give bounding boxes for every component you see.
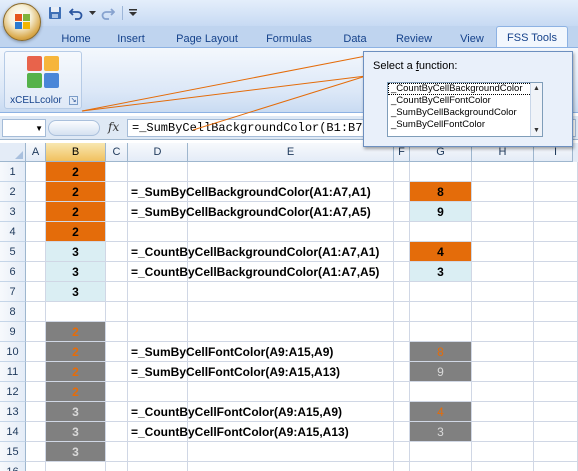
- result-cell-g14[interactable]: 3: [410, 422, 471, 441]
- undo-dropdown-icon[interactable]: [88, 4, 96, 22]
- cell-b4[interactable]: 2: [46, 222, 105, 241]
- tab-insert[interactable]: Insert: [110, 30, 152, 48]
- formula-text-d13[interactable]: =_CountByCellFontColor(A9:A15,A9): [131, 402, 342, 422]
- gridline: [26, 321, 578, 322]
- function-listbox[interactable]: _CountByCellBackgroundColor _CountByCell…: [387, 82, 543, 137]
- chevron-down-icon[interactable]: ▼: [35, 124, 43, 133]
- tab-data[interactable]: Data: [337, 30, 373, 48]
- row-header-6[interactable]: 6: [0, 262, 26, 282]
- row-header-2[interactable]: 2: [0, 182, 26, 202]
- name-box[interactable]: ▼: [2, 119, 46, 137]
- row-header-14[interactable]: 14: [0, 422, 26, 442]
- dialog-launcher-icon[interactable]: ↘: [69, 96, 78, 105]
- row-header-4[interactable]: 4: [0, 222, 26, 242]
- cell-b13[interactable]: 3: [46, 402, 105, 421]
- tab-fss-tools[interactable]: FSS Tools: [496, 26, 568, 48]
- result-cell-g5[interactable]: 4: [410, 242, 471, 261]
- formula-bar-splitter[interactable]: [48, 120, 100, 136]
- function-picker-popup: Select a function: _CountByCellBackgroun…: [363, 51, 573, 147]
- cell-b1[interactable]: 2: [46, 162, 105, 181]
- cell-b8[interactable]: [46, 302, 105, 321]
- gridline: [105, 162, 106, 471]
- row-header-1[interactable]: 1: [0, 162, 26, 182]
- insert-function-icon[interactable]: fx: [108, 120, 119, 134]
- cell-b3[interactable]: 2: [46, 202, 105, 221]
- cell-b10[interactable]: 2: [46, 342, 105, 361]
- result-cell-g11[interactable]: 9: [410, 362, 471, 381]
- formula-text-d14[interactable]: =_CountByCellFontColor(A9:A15,A13): [131, 422, 349, 442]
- xcellcolor-group: xCELLcolor ↘: [4, 51, 82, 109]
- column-header-b[interactable]: B: [46, 143, 106, 162]
- save-icon[interactable]: [46, 4, 64, 22]
- tab-page-layout[interactable]: Page Layout: [170, 30, 244, 48]
- row-header-15[interactable]: 15: [0, 442, 26, 462]
- row-header-16[interactable]: 16: [0, 462, 26, 471]
- result-cell-g3[interactable]: 9: [410, 202, 471, 221]
- cell-b6[interactable]: 3: [46, 262, 105, 281]
- cell-b5[interactable]: 3: [46, 242, 105, 261]
- cell-b9[interactable]: 2: [46, 322, 105, 341]
- result-cell-g6[interactable]: 3: [410, 262, 471, 281]
- row-header-11[interactable]: 11: [0, 362, 26, 382]
- row-header-9[interactable]: 9: [0, 322, 26, 342]
- cell-b14[interactable]: 3: [46, 422, 105, 441]
- row-header-10[interactable]: 10: [0, 342, 26, 362]
- tab-review[interactable]: Review: [389, 30, 439, 48]
- column-header-a[interactable]: A: [26, 143, 46, 162]
- formula-text-d11[interactable]: =_SumByCellFontColor(A9:A15,A13): [131, 362, 340, 382]
- quick-access-toolbar: [46, 4, 138, 22]
- scroll-down-icon[interactable]: ▼: [533, 127, 540, 134]
- formula-text-d10[interactable]: =_SumByCellFontColor(A9:A15,A9): [131, 342, 333, 362]
- row-header-3[interactable]: 3: [0, 202, 26, 222]
- gridline: [26, 301, 578, 302]
- function-item-sum-font[interactable]: _SumByCellFontColor: [388, 119, 542, 131]
- gridline: [127, 162, 128, 471]
- gridline: [533, 162, 534, 471]
- result-cell-g10[interactable]: 8: [410, 342, 471, 361]
- tab-home[interactable]: Home: [56, 30, 96, 48]
- gridline: [393, 162, 394, 471]
- function-item-sum-background[interactable]: _SumByCellBackgroundColor: [388, 107, 542, 119]
- formula-text-d2[interactable]: =_SumByCellBackgroundColor(A1:A7,A1): [131, 182, 371, 202]
- scroll-up-icon[interactable]: ▲: [533, 85, 540, 92]
- function-item-count-background[interactable]: _CountByCellBackgroundColor: [388, 83, 542, 95]
- undo-icon[interactable]: [67, 4, 85, 22]
- office-logo-icon: [15, 14, 31, 30]
- group-label: xCELLcolor: [10, 95, 62, 106]
- row-header-7[interactable]: 7: [0, 282, 26, 302]
- qat-separator: [122, 6, 123, 20]
- function-picker-title: Select a function:: [373, 60, 458, 72]
- cell-b16[interactable]: [46, 462, 105, 471]
- listbox-scrollbar[interactable]: ▲ ▼: [530, 83, 542, 136]
- row-header-12[interactable]: 12: [0, 382, 26, 402]
- result-cell-g2[interactable]: 8: [410, 182, 471, 201]
- select-all-corner[interactable]: [0, 143, 26, 162]
- gridline: [471, 162, 472, 471]
- tab-view[interactable]: View: [453, 30, 491, 48]
- office-button[interactable]: [3, 3, 41, 41]
- formula-text-d3[interactable]: =_SumByCellBackgroundColor(A1:A7,A5): [131, 202, 371, 222]
- color-grid-icon[interactable]: [27, 56, 59, 88]
- formula-text-d6[interactable]: =_CountByCellBackgroundColor(A1:A7,A5): [131, 262, 379, 282]
- redo-icon[interactable]: [99, 4, 117, 22]
- column-header-c[interactable]: C: [106, 143, 128, 162]
- formula-text-d5[interactable]: =_CountByCellBackgroundColor(A1:A7,A1): [131, 242, 379, 262]
- row-header-13[interactable]: 13: [0, 402, 26, 422]
- result-cell-g13[interactable]: 4: [410, 402, 471, 421]
- function-item-count-font[interactable]: _CountByCellFontColor: [388, 95, 542, 107]
- cell-b11[interactable]: 2: [46, 362, 105, 381]
- cell-b2[interactable]: 2: [46, 182, 105, 201]
- cell-b15[interactable]: 3: [46, 442, 105, 461]
- gridline: [26, 461, 578, 462]
- worksheet-grid[interactable]: ABCDEFGHI 12345678910111213141516 222233…: [0, 143, 578, 471]
- customize-qat-icon[interactable]: [128, 4, 138, 22]
- row-header-8[interactable]: 8: [0, 302, 26, 322]
- cell-b7[interactable]: 3: [46, 282, 105, 301]
- cell-b12[interactable]: 2: [46, 382, 105, 401]
- tab-formulas[interactable]: Formulas: [259, 30, 319, 48]
- row-header-5[interactable]: 5: [0, 242, 26, 262]
- column-header-d[interactable]: D: [128, 143, 188, 162]
